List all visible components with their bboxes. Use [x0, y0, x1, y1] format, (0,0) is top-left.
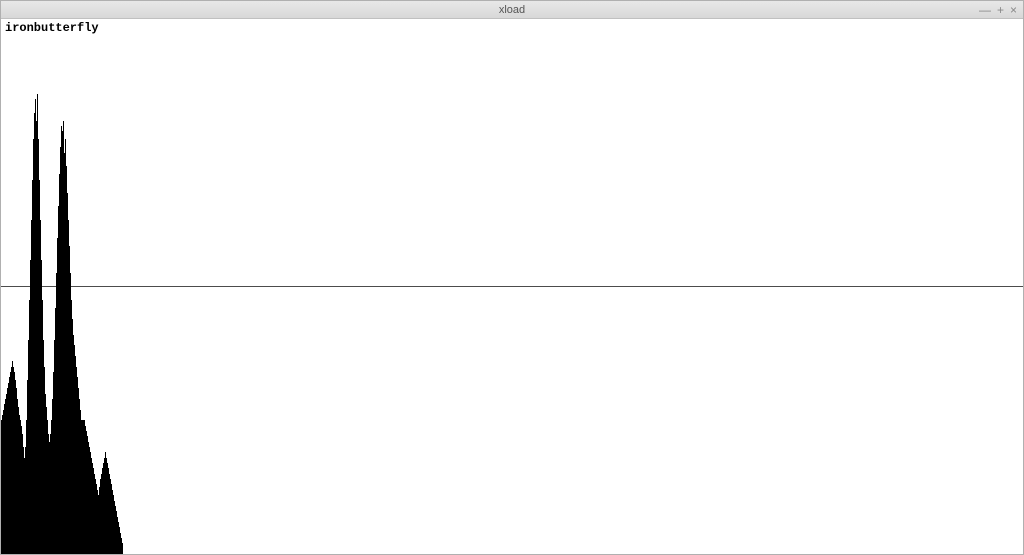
titlebar[interactable]: xload — + × — [1, 1, 1023, 19]
minimize-icon[interactable]: — — [979, 4, 991, 16]
client-area: ironbutterfly — [1, 19, 1023, 554]
load-sample — [122, 543, 123, 554]
window-title: xload — [499, 4, 525, 16]
close-icon[interactable]: × — [1010, 4, 1017, 16]
scale-line — [1, 286, 1023, 287]
app-window: xload — + × ironbutterfly — [0, 0, 1024, 555]
load-graph — [1, 19, 123, 554]
window-controls: — + × — [979, 1, 1017, 19]
maximize-icon[interactable]: + — [997, 4, 1004, 16]
